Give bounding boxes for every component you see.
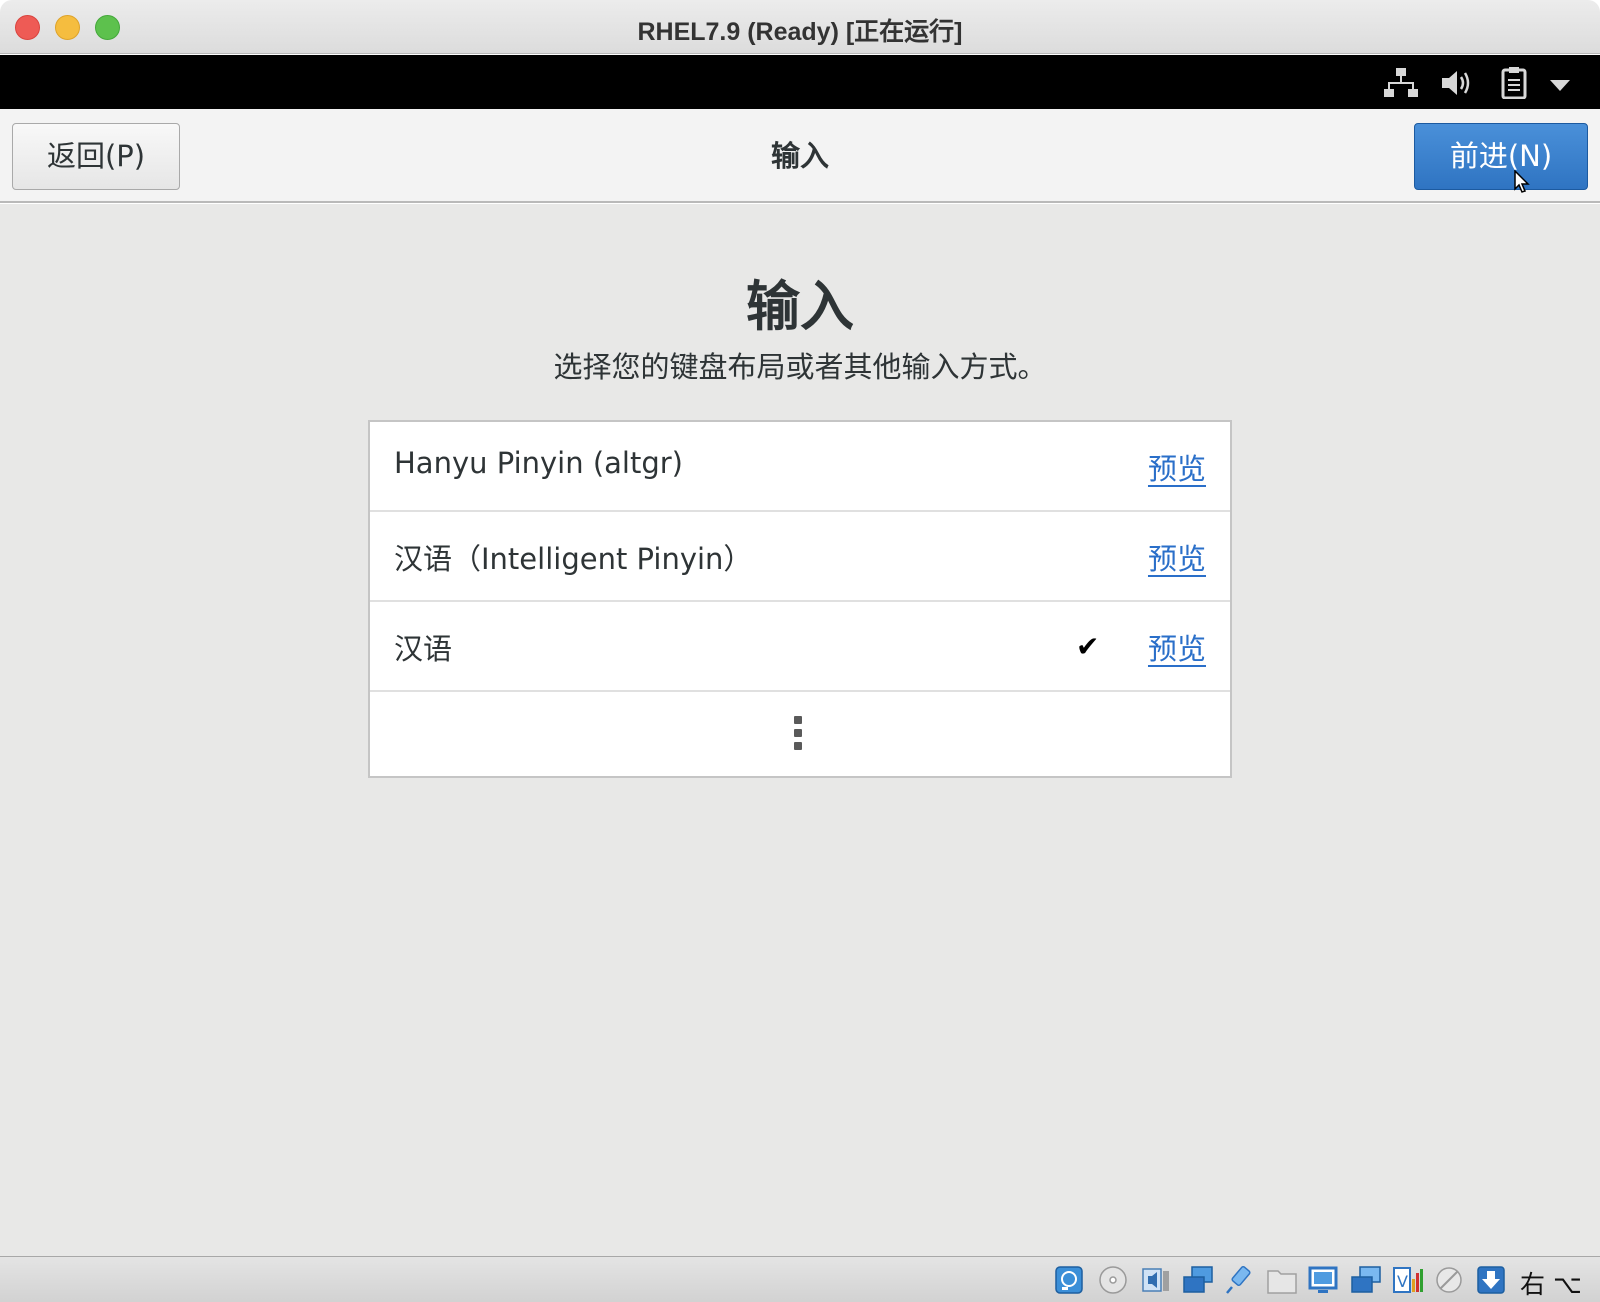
input-source-label: 汉语 — [394, 632, 453, 666]
input-source-label: Hanyu Pinyin (altgr) — [394, 446, 683, 480]
preview-link[interactable]: 预览 — [1148, 626, 1206, 668]
network-adapter-icon[interactable] — [1182, 1265, 1213, 1295]
dropdown-arrow-icon[interactable] — [1550, 77, 1570, 96]
snapshot-icon[interactable] — [1350, 1265, 1381, 1295]
clipboard-icon[interactable] — [1500, 67, 1530, 103]
vm-status-bar: V 右 ⌥ — [0, 1256, 1600, 1302]
page-heading: 输入 — [746, 275, 854, 338]
selected-check-icon: ✔ — [1076, 630, 1100, 663]
audio-icon[interactable] — [1140, 1265, 1170, 1295]
preview-link[interactable]: 预览 — [1148, 536, 1206, 578]
network-icon[interactable] — [1384, 67, 1418, 103]
svg-text:V: V — [1397, 1272, 1408, 1291]
window-titlebar[interactable]: RHEL7.9 (Ready) [正在运行] — [0, 0, 1600, 54]
optical-disk-icon[interactable] — [1098, 1265, 1128, 1295]
more-options-button[interactable] — [370, 692, 1230, 776]
input-source-row[interactable]: 汉语（Intelligent Pinyin） 预览 — [370, 512, 1230, 602]
usb-icon[interactable] — [1224, 1265, 1254, 1295]
display-icon[interactable] — [1308, 1265, 1338, 1295]
page-subtitle: 选择您的键盘布局或者其他输入方式。 — [553, 350, 1047, 384]
input-page-content: 输入 选择您的键盘布局或者其他输入方式。 Hanyu Pinyin (altgr… — [0, 204, 1600, 1256]
hard-disk-icon[interactable] — [1054, 1265, 1084, 1295]
window-title: RHEL7.9 (Ready) [正在运行] — [637, 18, 963, 46]
download-icon[interactable] — [1476, 1265, 1506, 1295]
host-key-label: 右 ⌥ — [1520, 1270, 1582, 1299]
input-source-list: Hanyu Pinyin (altgr) 预览 汉语（Intelligent P… — [368, 420, 1232, 778]
input-source-label: 汉语（Intelligent Pinyin） — [394, 542, 753, 576]
next-button[interactable]: 前进(N) — [1414, 123, 1588, 190]
volume-icon[interactable] — [1440, 67, 1474, 103]
mouse-integration-icon[interactable] — [1434, 1265, 1464, 1295]
vertical-ellipsis-icon — [794, 716, 802, 755]
gnome-top-panel — [0, 55, 1600, 109]
shared-folder-icon[interactable] — [1266, 1265, 1297, 1295]
video-capture-icon[interactable]: V — [1392, 1265, 1423, 1295]
installer-header-bar: 返回(P) 输入 前进(N) — [0, 109, 1600, 203]
input-source-row[interactable]: Hanyu Pinyin (altgr) 预览 — [370, 422, 1230, 512]
mouse-pointer-icon — [1514, 169, 1530, 198]
header-title: 输入 — [770, 139, 829, 173]
input-source-row[interactable]: 汉语 ✔ 预览 — [370, 602, 1230, 692]
preview-link[interactable]: 预览 — [1148, 446, 1206, 488]
